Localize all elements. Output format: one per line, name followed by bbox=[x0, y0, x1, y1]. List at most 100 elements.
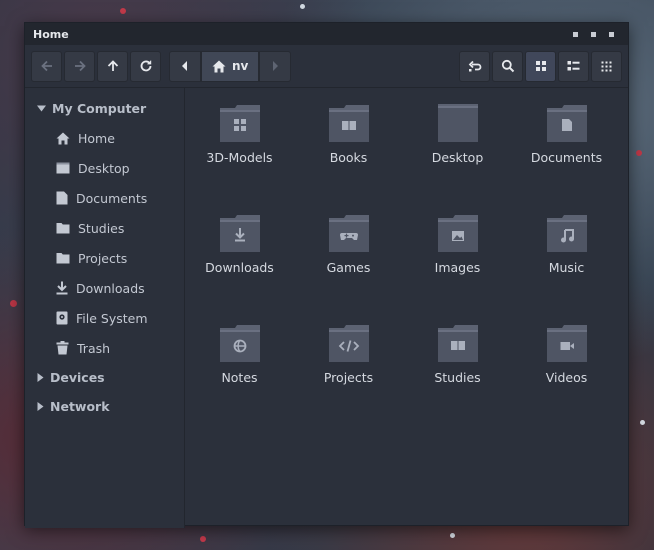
folder-item-downloads[interactable]: Downloads bbox=[185, 214, 294, 324]
folder-games-icon bbox=[328, 215, 369, 252]
up-button[interactable] bbox=[97, 50, 128, 82]
sidebar-item-label: Projects bbox=[78, 250, 128, 266]
wallpaper-speck bbox=[636, 150, 642, 156]
reload-button[interactable] bbox=[130, 50, 161, 82]
folder-label: Downloads bbox=[205, 260, 274, 275]
folder-label: 3D-Models bbox=[206, 150, 273, 165]
folder-item-books[interactable]: Books bbox=[294, 104, 403, 214]
sidebar-item-desktop[interactable]: Desktop bbox=[25, 153, 184, 183]
path-scroll-left-button[interactable] bbox=[169, 50, 201, 82]
path-crumb-home[interactable]: nv bbox=[201, 50, 260, 82]
desktop-icon bbox=[56, 162, 70, 174]
sidebar-item-label: Home bbox=[78, 130, 115, 146]
folder-books-icon bbox=[437, 325, 478, 362]
folder-label: Desktop bbox=[431, 150, 484, 165]
folder-item-studies[interactable]: Studies bbox=[403, 324, 512, 434]
compact-grid-icon bbox=[601, 61, 612, 71]
wallpaper-speck bbox=[300, 4, 305, 9]
folder-label: Images bbox=[434, 260, 481, 275]
path-bar: nv bbox=[169, 50, 292, 82]
folder-images-icon bbox=[437, 215, 478, 252]
path-crumb-label: nv bbox=[232, 59, 249, 73]
folder-desktop-icon bbox=[437, 104, 478, 142]
chevron-down-icon bbox=[37, 105, 46, 112]
folder-videos-icon bbox=[546, 325, 587, 362]
folder-code-icon bbox=[328, 325, 369, 362]
sidebar-item-home[interactable]: Home bbox=[25, 123, 184, 153]
search-button[interactable] bbox=[492, 50, 523, 82]
folder-downloads-icon bbox=[219, 215, 260, 252]
sidebar-item-label: Desktop bbox=[78, 160, 130, 176]
reload-icon bbox=[140, 60, 151, 72]
grid-view-icon bbox=[535, 61, 546, 71]
home-icon bbox=[212, 60, 226, 72]
sidebar-item-trash[interactable]: Trash bbox=[25, 333, 184, 363]
folder-item-notes[interactable]: Notes bbox=[185, 324, 294, 434]
folder-label: Projects bbox=[323, 370, 374, 385]
sidebar-item-label: Documents bbox=[76, 190, 148, 206]
folder-notes-icon bbox=[219, 325, 260, 362]
path-scroll-right-button[interactable] bbox=[259, 50, 292, 82]
folder-label: Books bbox=[329, 150, 368, 165]
wallpaper-speck bbox=[10, 300, 17, 307]
folder-3d-models-icon bbox=[219, 105, 260, 142]
folder-item-documents[interactable]: Documents bbox=[512, 104, 621, 214]
compact-view-button[interactable] bbox=[591, 50, 622, 82]
folder-documents-icon bbox=[546, 105, 587, 142]
sidebar-item-label: Trash bbox=[77, 340, 111, 356]
folder-item-projects[interactable]: Projects bbox=[294, 324, 403, 434]
sidebar-item-file-system[interactable]: File System bbox=[25, 303, 184, 333]
folder-label: Videos bbox=[545, 370, 588, 385]
wallpaper-speck bbox=[640, 420, 645, 425]
arrow-left-icon bbox=[40, 60, 52, 72]
list-view-icon bbox=[567, 61, 580, 71]
folder-icon bbox=[56, 223, 70, 234]
folder-label: Games bbox=[326, 260, 371, 275]
sidebar-section-my-computer[interactable]: My Computer bbox=[25, 94, 184, 123]
title-bar: Home bbox=[25, 23, 628, 45]
folder-label: Music bbox=[548, 260, 585, 275]
folder-item-videos[interactable]: Videos bbox=[512, 324, 621, 434]
close-button[interactable] bbox=[609, 31, 614, 37]
folder-books-icon bbox=[328, 105, 369, 142]
arrow-up-icon bbox=[107, 60, 118, 71]
wallpaper-speck bbox=[450, 533, 455, 538]
icon-view-button[interactable] bbox=[525, 50, 556, 82]
forward-button[interactable] bbox=[64, 50, 95, 82]
sidebar-section-label: Devices bbox=[50, 370, 105, 385]
drive-icon bbox=[56, 311, 68, 325]
window-title: Home bbox=[33, 27, 69, 41]
maximize-button[interactable] bbox=[591, 31, 596, 37]
folder-item-games[interactable]: Games bbox=[294, 214, 403, 324]
minimize-button[interactable] bbox=[573, 31, 578, 37]
sidebar-item-projects[interactable]: Projects bbox=[25, 243, 184, 273]
wallpaper-speck bbox=[120, 8, 126, 14]
list-view-button[interactable] bbox=[558, 50, 589, 82]
sidebar: My Computer Home Desktop Documents Studi… bbox=[25, 88, 185, 528]
sidebar-item-studies[interactable]: Studies bbox=[25, 213, 184, 243]
folder-music-icon bbox=[546, 215, 587, 252]
file-manager-window: Home nv My Computer Home Desktop Documen… bbox=[24, 22, 629, 528]
sidebar-section-label: My Computer bbox=[52, 101, 147, 116]
folder-item-3d-models[interactable]: 3D-Models bbox=[185, 104, 294, 214]
home-icon bbox=[56, 132, 70, 144]
sidebar-section-devices[interactable]: Devices bbox=[25, 363, 184, 392]
sidebar-item-label: Downloads bbox=[76, 280, 145, 296]
back-button[interactable] bbox=[31, 50, 62, 82]
search-icon bbox=[501, 59, 514, 73]
folder-label: Notes bbox=[221, 370, 258, 385]
trash-icon bbox=[56, 341, 69, 355]
sidebar-section-network[interactable]: Network bbox=[25, 392, 184, 421]
sidebar-item-documents[interactable]: Documents bbox=[25, 183, 184, 213]
toolbar: nv bbox=[25, 45, 628, 87]
sidebar-section-label: Network bbox=[50, 399, 110, 414]
folder-item-images[interactable]: Images bbox=[403, 214, 512, 324]
folder-item-music[interactable]: Music bbox=[512, 214, 621, 324]
folder-label: Studies bbox=[434, 370, 481, 385]
chevron-right-icon bbox=[37, 373, 44, 382]
wallpaper-speck bbox=[200, 536, 206, 542]
return-arrow-icon bbox=[468, 60, 481, 72]
open-terminal-button[interactable] bbox=[459, 50, 490, 82]
folder-item-desktop[interactable]: Desktop bbox=[403, 104, 512, 214]
sidebar-item-downloads[interactable]: Downloads bbox=[25, 273, 184, 303]
